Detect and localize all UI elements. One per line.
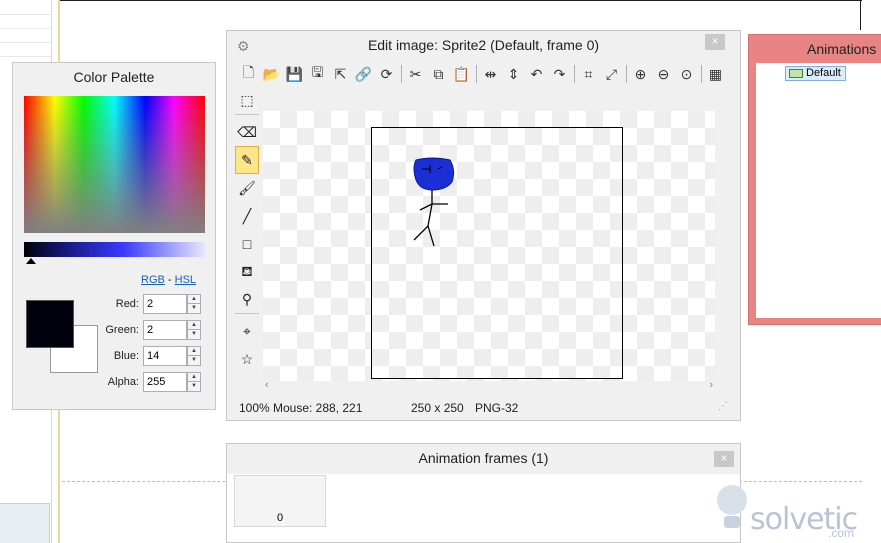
image-canvas[interactable] [371, 127, 623, 379]
animation-item-label: Default [806, 67, 841, 79]
sprite-head [413, 157, 455, 191]
animation-item-default[interactable]: Default [785, 66, 846, 81]
document-top-border [60, 0, 862, 3]
export-icon[interactable]: ⇱ [329, 63, 352, 85]
zoom-level: 100% [239, 401, 270, 415]
horizontal-scrollbar[interactable]: ‹ › [263, 379, 715, 393]
scroll-left-icon[interactable]: ‹ [265, 379, 269, 391]
rectangle-tool-icon[interactable]: □ [235, 230, 259, 258]
image-format: PNG-32 [475, 401, 519, 415]
animation-frames-title: Animation frames (1) [418, 450, 549, 466]
background-panel [0, 503, 50, 543]
animations-tree: Default [756, 63, 881, 318]
paste-icon[interactable]: 📋 [450, 63, 473, 85]
blue-input[interactable] [143, 346, 187, 366]
image-size: 250 x 250 [411, 401, 464, 415]
fill-tool-icon[interactable]: ⛾ [235, 258, 259, 286]
animation-frames-close-button[interactable]: × [714, 451, 734, 467]
canvas-viewport[interactable] [263, 111, 715, 381]
spin-up-icon[interactable]: ▲ [188, 373, 200, 382]
drawing-tools: ⬚ ⌫ ✎ 🖌 ╱ □ ⛾ ⚲ ⌖ ☆ [235, 87, 261, 373]
save-as-icon[interactable]: 🖫 [306, 63, 329, 85]
zoom-out-icon[interactable]: ⊖ [652, 63, 675, 85]
rotate-right-icon[interactable]: ↷ [548, 63, 571, 85]
red-label: Red: [115, 298, 139, 310]
color-palette-panel: Color Palette RGB - HSL Red: ▲▼ Green: ▲… [12, 62, 216, 410]
film-icon [789, 69, 803, 78]
scroll-right-icon[interactable]: › [709, 379, 713, 391]
sprite-body [413, 190, 448, 247]
link-icon[interactable]: 🔗 [352, 63, 375, 85]
flip-horizontal-icon[interactable]: ⇹ [479, 63, 502, 85]
animations-title: Animations [807, 41, 877, 57]
spin-up-icon[interactable]: ▲ [188, 295, 200, 304]
color-spectrum[interactable] [24, 96, 205, 233]
crop-icon[interactable]: ⌗ [577, 63, 600, 85]
zoom-actual-icon[interactable]: ⊙ [675, 63, 698, 85]
watermark: solvetic .com [708, 480, 868, 540]
hsl-link[interactable]: HSL [175, 274, 196, 286]
spin-down-icon[interactable]: ▼ [188, 382, 200, 391]
zoom-in-icon[interactable]: ⊕ [629, 63, 652, 85]
spin-down-icon[interactable]: ▼ [188, 330, 200, 339]
spin-down-icon[interactable]: ▼ [188, 304, 200, 313]
edit-image-title: Edit image: Sprite2 (Default, frame 0) [367, 37, 600, 53]
rotate-left-icon[interactable]: ↶ [525, 63, 548, 85]
color-palette-title: Color Palette [73, 69, 155, 85]
new-icon[interactable]: 🗋 [237, 63, 260, 85]
status-bar: 100% Mouse: 288, 221 250 x 250 PNG-32 ⋰ [237, 401, 732, 417]
edit-image-window: ⚙ Edit image: Sprite2 (Default, frame 0)… [226, 30, 741, 421]
spin-up-icon[interactable]: ▲ [188, 347, 200, 356]
line-tool-icon[interactable]: ╱ [235, 202, 259, 230]
frames-strip: 0 [227, 474, 740, 542]
green-input[interactable] [143, 320, 187, 340]
cut-icon[interactable]: ✂ [404, 63, 427, 85]
save-icon[interactable]: 💾 [283, 63, 306, 85]
edit-image-close-button[interactable]: × [705, 34, 725, 50]
blue-label: Blue: [113, 350, 139, 362]
brush-tool-icon[interactable]: 🖌 [235, 174, 259, 202]
frame-index: 0 [276, 512, 284, 524]
origin-tool-icon[interactable]: ⌖ [235, 317, 259, 345]
document-right-border [860, 0, 861, 30]
slider-arrow-icon[interactable] [26, 258, 36, 264]
grid-icon[interactable]: ▦ [704, 63, 727, 85]
red-spinner[interactable]: ▲ ▼ [187, 294, 201, 314]
primary-color-swatch[interactable] [26, 300, 74, 348]
animation-frames-panel: Animation frames (1) × 0 [226, 443, 741, 543]
mode-separator: - [167, 274, 172, 286]
rgb-link[interactable]: RGB [141, 274, 165, 286]
sprite-drawing [413, 157, 455, 247]
image-toolbar: 🗋 📂 💾 🖫 ⇱ 🔗 ⟳ ✂ ⧉ 📋 ⇹ ⇕ ↶ ↷ ⌗ ⤢ ⊕ ⊖ ⊙ ▦ [237, 63, 727, 85]
brightness-slider[interactable] [24, 242, 205, 257]
spin-down-icon[interactable]: ▼ [188, 356, 200, 365]
color-mode-links: RGB - HSL [141, 274, 196, 286]
refresh-icon[interactable]: ⟳ [375, 63, 398, 85]
resize-grip-icon[interactable]: ⋰ [718, 401, 728, 412]
open-icon[interactable]: 📂 [260, 63, 283, 85]
alpha-input[interactable] [143, 372, 187, 392]
red-input[interactable] [143, 294, 187, 314]
mouse-position: Mouse: 288, 221 [273, 401, 363, 415]
flip-vertical-icon[interactable]: ⇕ [502, 63, 525, 85]
resize-icon[interactable]: ⤢ [600, 63, 623, 85]
pencil-tool-icon[interactable]: ✎ [235, 146, 259, 174]
green-label: Green: [105, 324, 139, 336]
eraser-tool-icon[interactable]: ⌫ [235, 118, 259, 146]
green-spinner[interactable]: ▲ ▼ [187, 320, 201, 340]
watermark-suffix: .com [828, 526, 855, 540]
collision-tool-icon[interactable]: ☆ [235, 345, 259, 373]
frame-thumbnail[interactable]: 0 [234, 475, 326, 527]
spin-up-icon[interactable]: ▲ [188, 321, 200, 330]
lightbulb-icon [717, 485, 747, 528]
color-picker-tool-icon[interactable]: ⚲ [235, 286, 259, 314]
alpha-label: Alpha: [107, 376, 139, 388]
blue-spinner[interactable]: ▲ ▼ [187, 346, 201, 366]
select-tool-icon[interactable]: ⬚ [235, 87, 259, 115]
alpha-spinner[interactable]: ▲ ▼ [187, 372, 201, 392]
copy-icon[interactable]: ⧉ [427, 63, 450, 85]
animations-panel: Animations Default [748, 34, 881, 325]
